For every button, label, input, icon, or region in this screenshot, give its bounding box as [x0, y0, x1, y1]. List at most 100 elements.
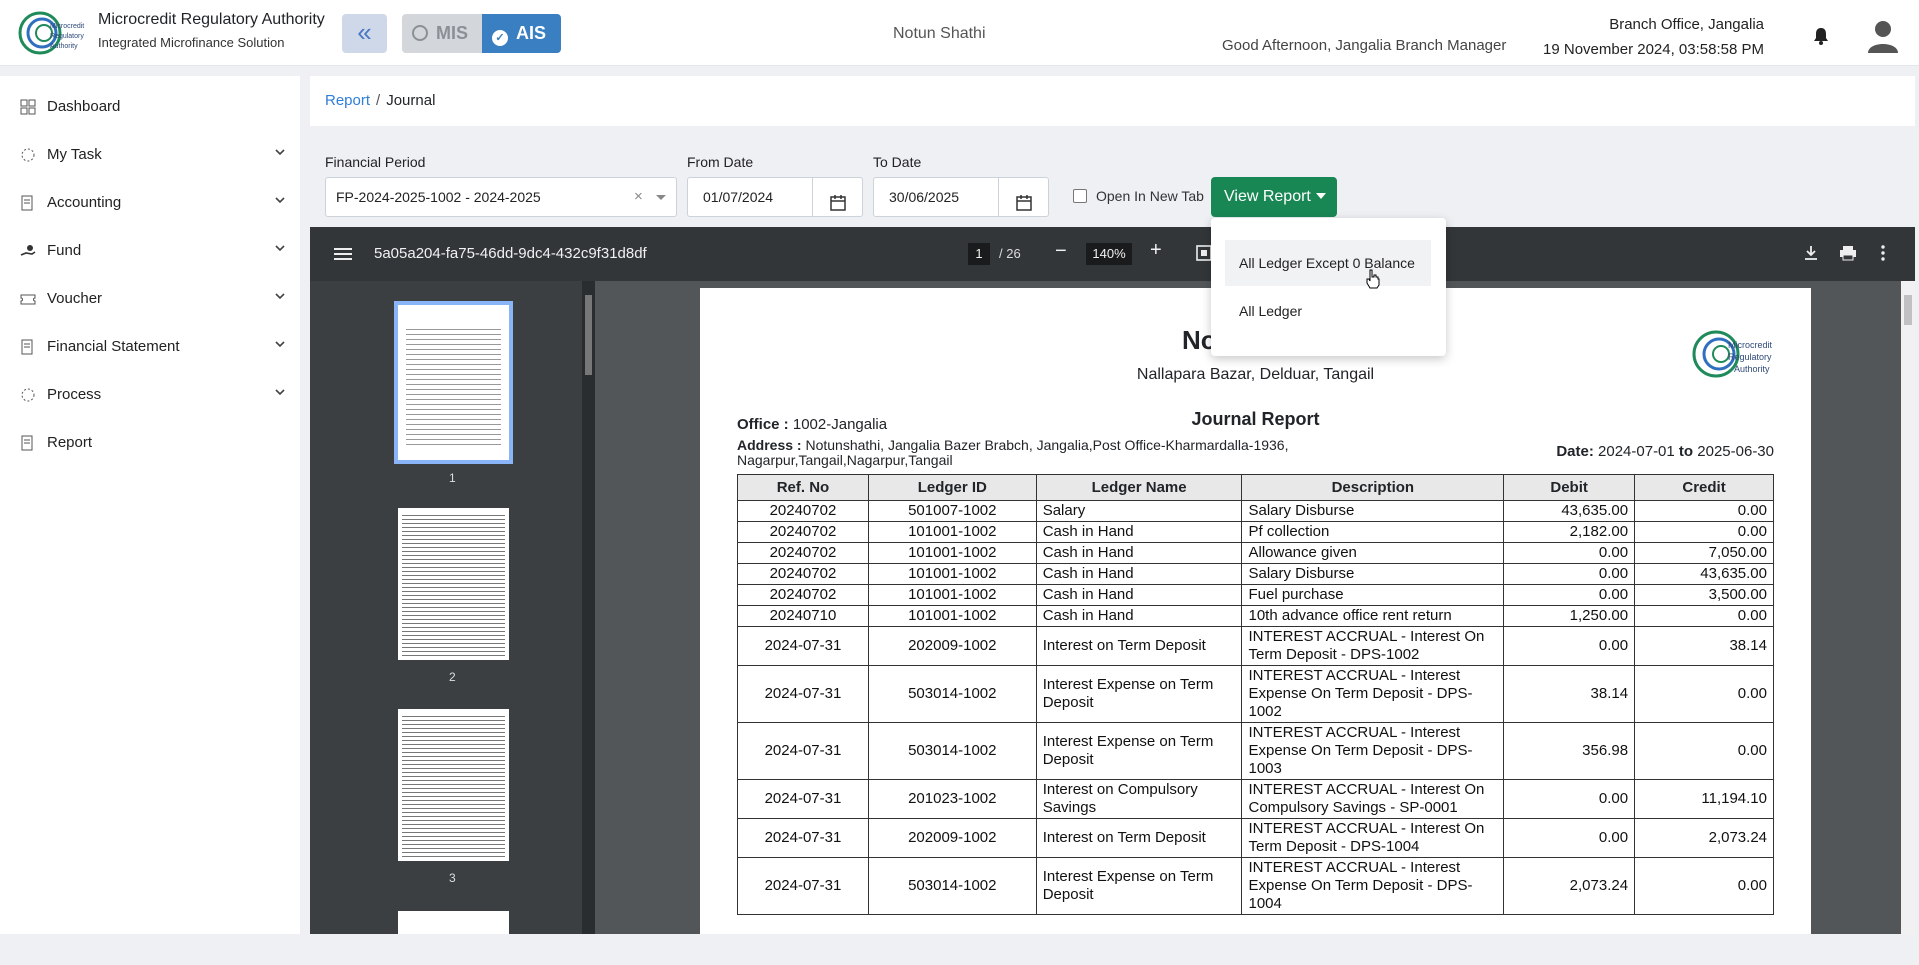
chevron-down-icon — [275, 341, 285, 348]
option-all-ledger[interactable]: All Ledger — [1225, 288, 1431, 334]
more-vertical-icon[interactable] — [1880, 245, 1886, 261]
download-icon[interactable] — [1803, 245, 1819, 261]
column-header: Credit — [1634, 474, 1774, 501]
table-cell: Interest Expense on Term Deposit — [1035, 857, 1243, 915]
from-date-calendar-button[interactable] — [812, 178, 862, 216]
scrollbar-thumb[interactable] — [585, 295, 592, 375]
page-number-input[interactable]: 1 — [968, 243, 990, 265]
from-date-value: 01/07/2024 — [703, 189, 774, 205]
table-row: 20240702 101001-1002 Cash in Hand Salary Di… — [737, 563, 1774, 585]
viewer-scrollbar[interactable] — [1901, 281, 1915, 934]
svg-text:Regulatory: Regulatory — [1728, 352, 1772, 362]
ban-icon — [412, 25, 428, 41]
date-to-word: to — [1678, 443, 1694, 460]
view-report-label: View Report — [1224, 188, 1311, 205]
sidebar-item-report[interactable]: Report — [0, 421, 300, 465]
table-cell: 0.00 — [1503, 818, 1636, 858]
user-avatar-icon[interactable] — [1865, 17, 1901, 53]
table-body: 20240702 501007-1002 Salary Salary Disburse… — [737, 500, 1774, 915]
breadcrumb-report-link[interactable]: Report — [325, 92, 370, 109]
collapse-sidebar-button[interactable]: « — [342, 14, 387, 53]
bell-icon[interactable] — [1811, 26, 1831, 46]
logo-text: Microcredit — [50, 23, 84, 30]
office-value: 1002-Jangalia — [792, 416, 888, 433]
pdf-toolbar: 5a05a204-fa75-46dd-9dc4-432c9f31d8df 1 /… — [310, 227, 1915, 281]
document-icon — [21, 195, 33, 211]
ais-label: AIS — [516, 23, 547, 43]
table-cell: Interest Expense on Term Deposit — [1035, 665, 1243, 723]
clear-icon[interactable]: × — [634, 178, 643, 216]
office-label: Office : — [737, 416, 789, 433]
financial-period-select[interactable]: FP-2024-2025-1002 - 2024-2025 × — [325, 177, 677, 217]
scrollbar-thumb[interactable] — [1904, 295, 1912, 325]
mis-toggle-button[interactable]: MIS — [402, 14, 482, 53]
sidebar-item-my-task[interactable]: My Task — [0, 133, 300, 177]
thumbnail-scrollbar[interactable] — [582, 281, 595, 934]
option-all-ledger-except-zero[interactable]: All Ledger Except 0 Balance — [1225, 240, 1431, 286]
table-cell: 501007-1002 — [867, 500, 1037, 522]
sidebar-item-dashboard[interactable]: Dashboard — [0, 85, 300, 129]
zoom-level-input[interactable]: 140% — [1086, 243, 1132, 265]
print-icon[interactable] — [1839, 245, 1857, 261]
to-date-input[interactable]: 30/06/2025 — [873, 177, 1049, 217]
table-cell: Salary Disburse — [1241, 563, 1505, 585]
page-total: / 26 — [999, 246, 1021, 261]
table-cell: Salary — [1035, 500, 1243, 522]
report-office: Office : 1002-Jangalia — [737, 416, 887, 433]
table-cell: 2024-07-31 — [737, 779, 869, 819]
fit-page-icon[interactable] — [1196, 245, 1212, 261]
table-cell: 202009-1002 — [867, 626, 1037, 666]
calendar-icon — [829, 195, 846, 211]
from-date-input[interactable]: 01/07/2024 — [687, 177, 863, 217]
current-datetime: 19 November 2024, 03:58:58 PM — [1543, 41, 1764, 58]
open-in-new-tab-label[interactable]: Open In New Tab — [1096, 188, 1204, 204]
brand-title: Microcredit Regulatory Authority — [98, 11, 325, 28]
loader-icon — [21, 148, 35, 162]
sidebar-item-fund[interactable]: Fund — [0, 229, 300, 273]
table-cell: Cash in Hand — [1035, 542, 1243, 564]
column-header: Ledger ID — [867, 474, 1037, 501]
zoom-out-icon[interactable]: − — [1055, 240, 1067, 263]
sidebar-item-voucher[interactable]: Voucher — [0, 277, 300, 321]
branch-name: Branch Office, Jangalia — [1609, 16, 1764, 33]
table-cell: 0.00 — [1503, 779, 1636, 819]
svg-text:Authority: Authority — [50, 43, 78, 50]
sidebar-item-process[interactable]: Process — [0, 373, 300, 417]
select-caret-icon — [656, 195, 666, 200]
page-thumbnail[interactable] — [398, 911, 509, 934]
menu-icon[interactable] — [334, 246, 352, 262]
loader-icon — [21, 388, 35, 402]
table-cell: Salary Disburse — [1241, 500, 1505, 522]
ticket-icon — [20, 294, 36, 305]
table-cell: 43,635.00 — [1634, 563, 1774, 585]
table-cell: INTEREST ACCRUAL - Interest Expense On T… — [1241, 665, 1505, 723]
page-thumbnail[interactable] — [398, 508, 509, 660]
table-cell: 3,500.00 — [1634, 584, 1774, 606]
check-circle-icon: ✓ — [492, 30, 508, 46]
date-label: Date: — [1556, 443, 1594, 460]
table-row: 20240702 101001-1002 Cash in Hand Fuel purc… — [737, 584, 1774, 606]
table-cell: 0.00 — [1634, 605, 1774, 627]
pdf-file-id: 5a05a204-fa75-46dd-9dc4-432c9f31d8df — [374, 245, 647, 262]
sidebar: Dashboard My Task Accounting Fund Vouche… — [0, 76, 300, 934]
table-cell: 101001-1002 — [867, 605, 1037, 627]
column-header: Description — [1241, 474, 1505, 501]
thumbnail-content — [406, 325, 501, 445]
table-row: 20240702 501007-1002 Salary Salary Disburse… — [737, 500, 1774, 522]
column-header: Debit — [1503, 474, 1636, 501]
page-thumbnail[interactable] — [398, 709, 509, 861]
report-logo: Microcredit Regulatory Authority — [1692, 330, 1773, 378]
ais-toggle-button[interactable]: ✓ AIS — [482, 14, 561, 53]
table-cell: 356.98 — [1503, 722, 1636, 780]
sidebar-item-financial-statement[interactable]: Financial Statement — [0, 325, 300, 369]
page-thumbnail[interactable] — [394, 301, 513, 464]
to-date-calendar-button[interactable] — [998, 178, 1048, 216]
table-cell: 2,182.00 — [1503, 521, 1636, 543]
sidebar-item-accounting[interactable]: Accounting — [0, 181, 300, 225]
table-cell: 2024-07-31 — [737, 722, 869, 780]
view-report-button[interactable]: View Report — [1211, 177, 1337, 217]
zoom-in-icon[interactable]: + — [1150, 239, 1162, 262]
open-in-new-tab-checkbox[interactable] — [1073, 189, 1087, 203]
document-icon — [21, 339, 33, 355]
table-cell: Cash in Hand — [1035, 563, 1243, 585]
